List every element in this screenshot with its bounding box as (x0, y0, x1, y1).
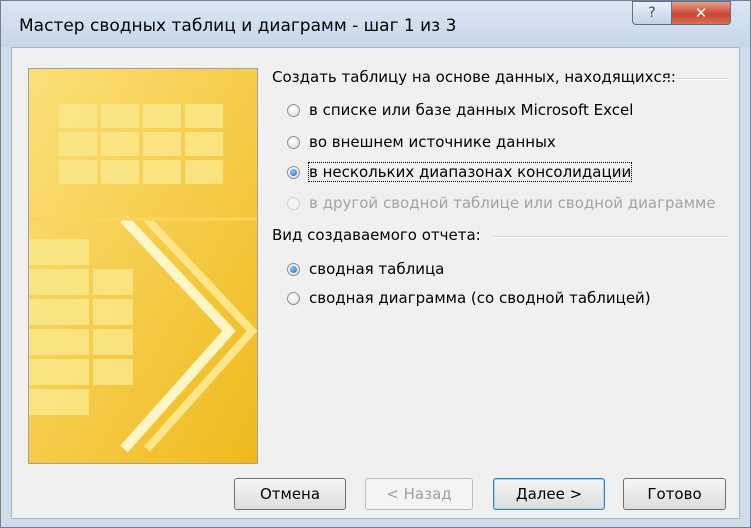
source-separator (664, 78, 728, 80)
source-option-label: в другой сводной таблице или сводной диа… (309, 194, 716, 212)
finish-button[interactable]: Готово (623, 478, 726, 510)
source-heading: Создать таблицу на основе данных, находя… (272, 68, 676, 86)
report-separator (494, 236, 728, 238)
wizard-dialog: Мастер сводных таблиц и диаграмм - шаг 1… (0, 0, 751, 528)
close-icon: ✕ (694, 4, 708, 22)
source-option-label: во внешнем источнике данных (309, 133, 556, 151)
source-option-excel-list[interactable]: в списке или базе данных Microsoft Excel (287, 100, 633, 120)
source-option-other-pivot: в другой сводной таблице или сводной диа… (287, 193, 716, 213)
source-option-label: в нескольких диапазонах консолидации (307, 162, 633, 182)
report-option-label: сводная диаграмма (со сводной таблицей) (309, 289, 651, 307)
report-option-pivot-chart[interactable]: сводная диаграмма (со сводной таблицей) (287, 288, 651, 308)
report-option-label: сводная таблица (309, 260, 445, 278)
dialog-title: Мастер сводных таблиц и диаграмм - шаг 1… (19, 16, 457, 36)
close-button[interactable]: ✕ (671, 1, 731, 25)
report-option-pivot-table[interactable]: сводная таблица (287, 259, 444, 279)
title-bar: Мастер сводных таблиц и диаграмм - шаг 1… (1, 1, 750, 47)
radio-pivot-table[interactable] (287, 262, 300, 276)
cancel-button[interactable]: Отмена (234, 478, 346, 510)
help-icon: ? (648, 5, 656, 21)
back-button: < Назад (365, 478, 473, 510)
dialog-body: Создать таблицу на основе данных, находя… (11, 47, 740, 519)
radio-consolidation-ranges[interactable] (287, 165, 300, 179)
help-button[interactable]: ? (632, 1, 672, 25)
next-button[interactable]: Далее > (493, 478, 605, 510)
pivot-table-illustration-icon (29, 69, 257, 463)
radio-excel-list[interactable] (287, 103, 300, 117)
radio-external-source[interactable] (287, 135, 300, 149)
radio-pivot-chart[interactable] (287, 291, 300, 305)
radio-other-pivot (287, 196, 300, 210)
source-option-label: в списке или базе данных Microsoft Excel (309, 101, 634, 119)
source-option-external[interactable]: во внешнем источнике данных (287, 132, 556, 152)
source-option-consolidation[interactable]: в нескольких диапазонах консолидации (287, 162, 633, 182)
wizard-illustration (28, 68, 258, 464)
report-heading: Вид создаваемого отчета: (272, 226, 481, 244)
